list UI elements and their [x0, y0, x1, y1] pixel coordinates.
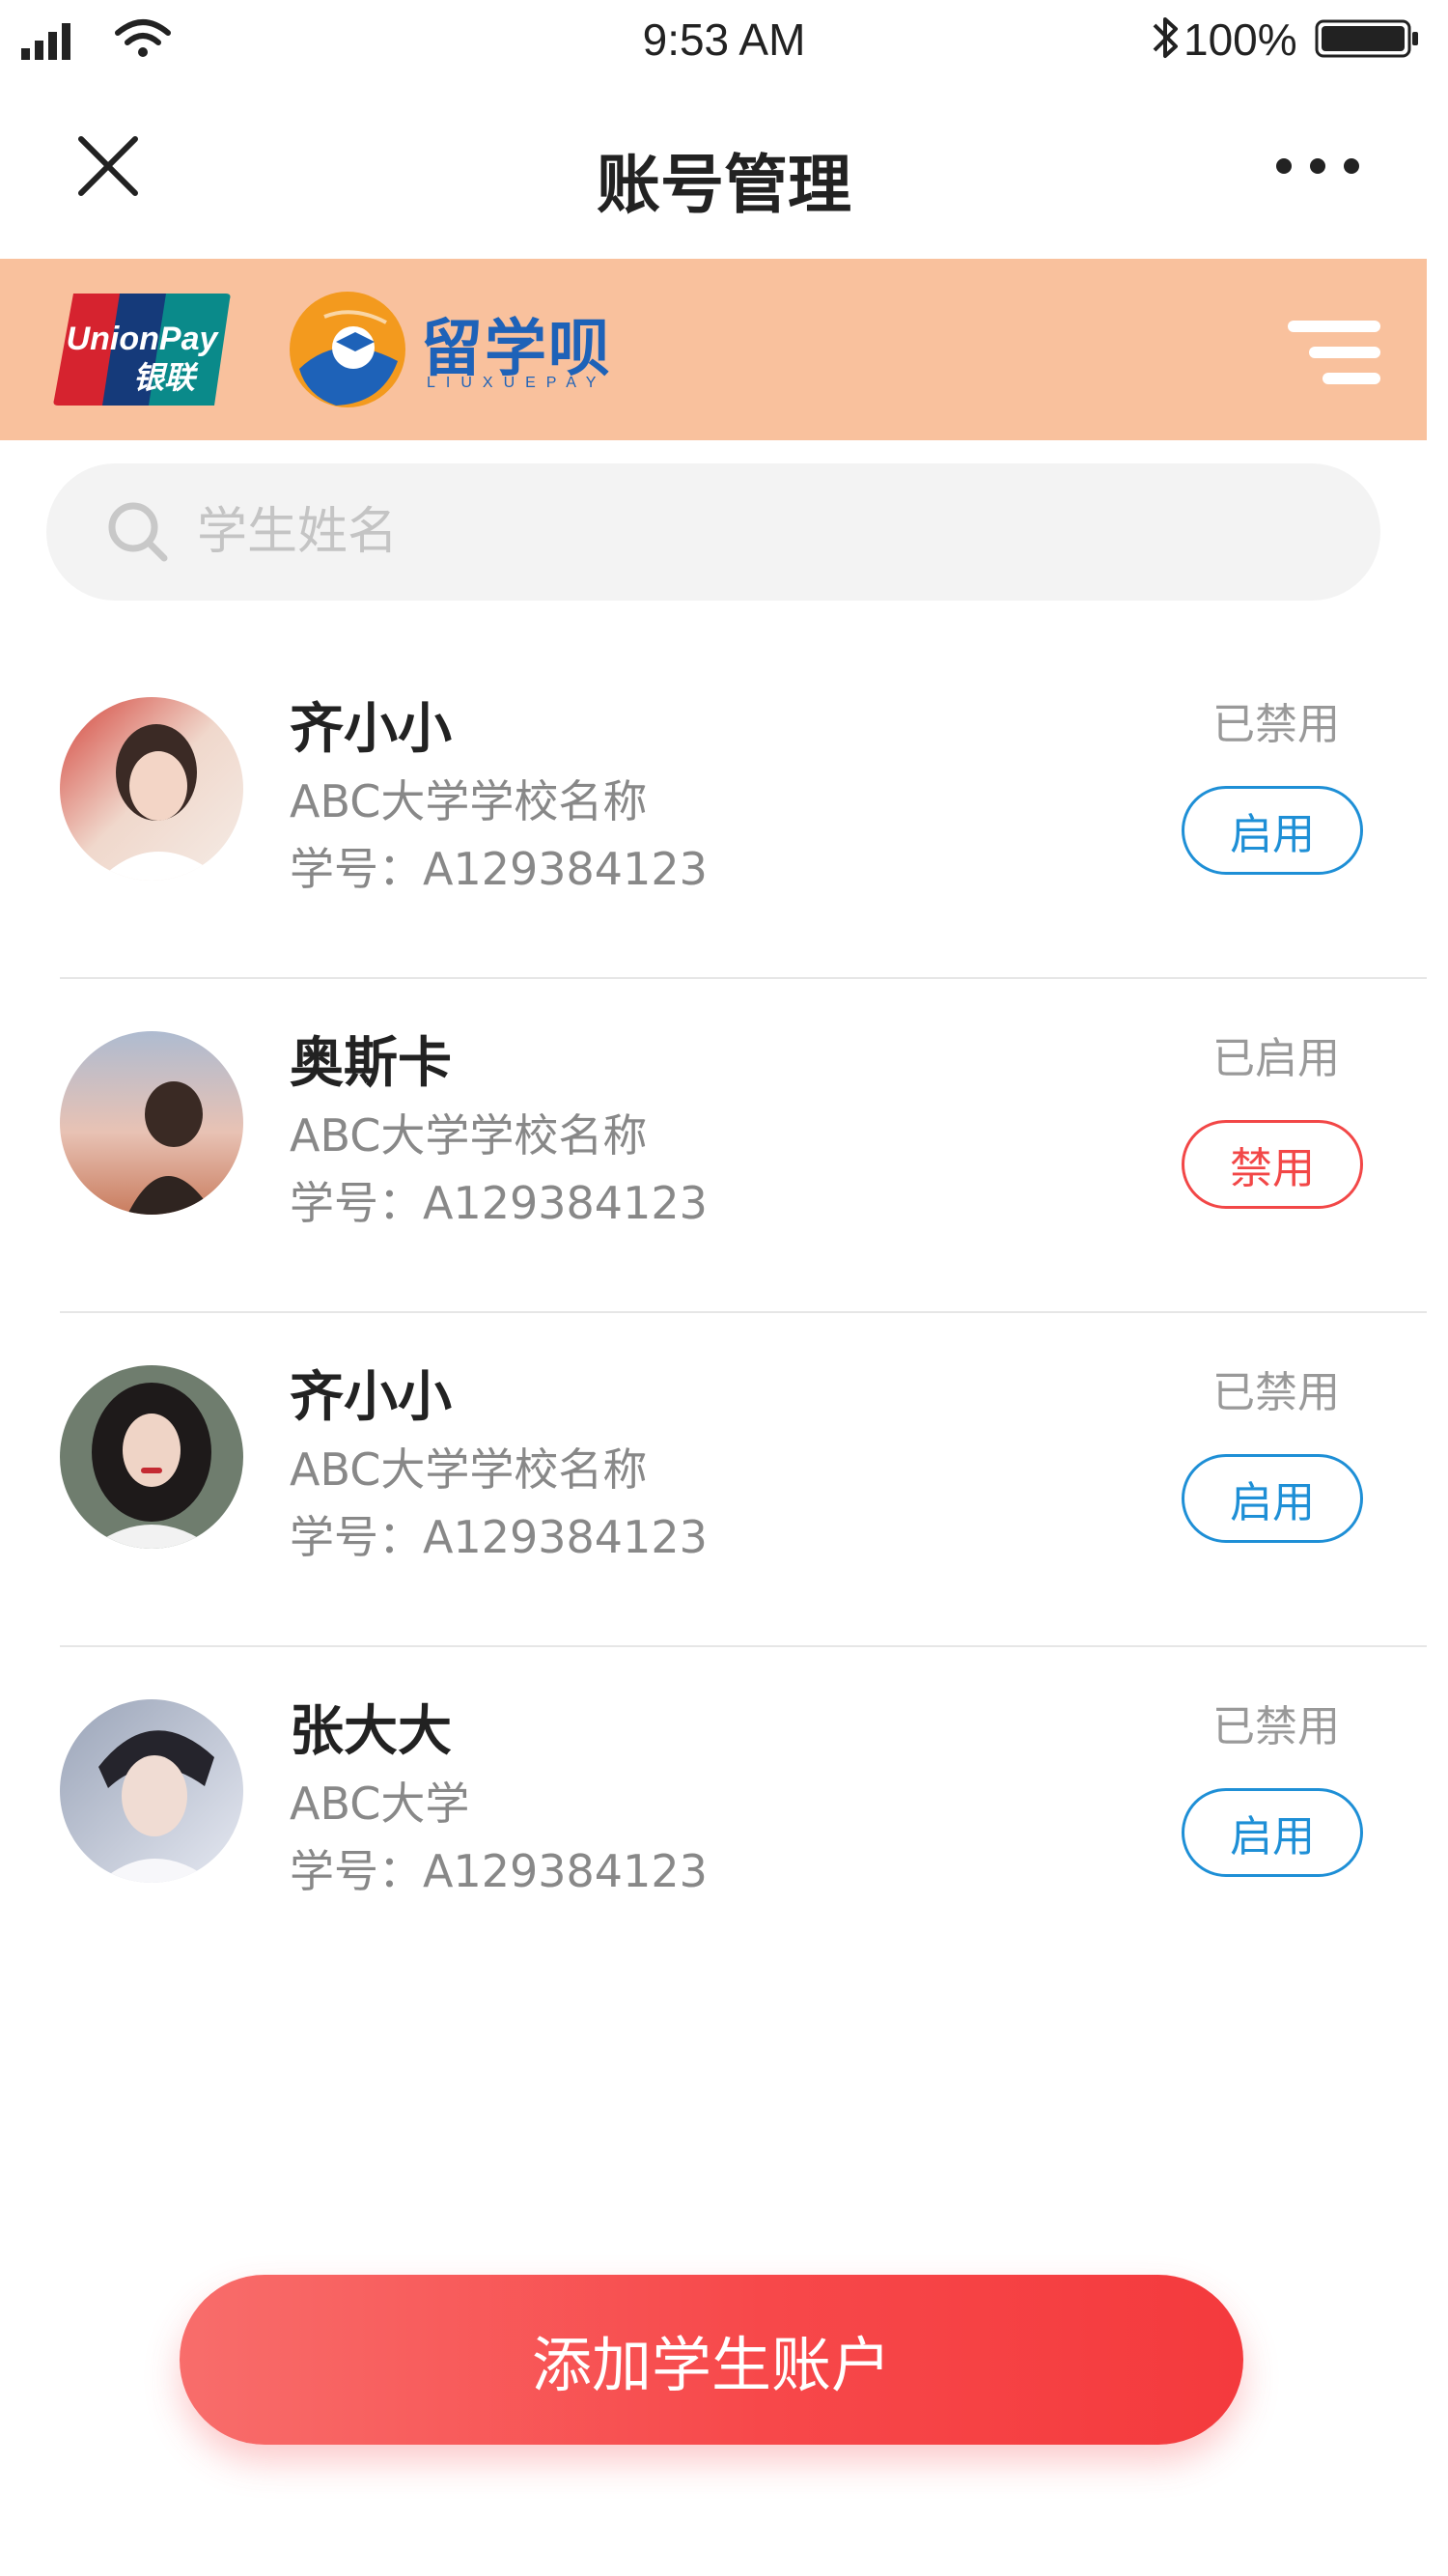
battery-icon — [1315, 19, 1418, 58]
unionpay-text: UnionPay — [67, 321, 220, 357]
battery-percentage: 100% — [1183, 14, 1297, 65]
student-id: 学号：A129384123 — [290, 1845, 708, 1897]
bluetooth-icon — [1153, 17, 1178, 58]
unionpay-logo: UnionPay 银联 — [53, 294, 231, 406]
student-name: 奥斯卡 — [290, 1032, 452, 1095]
student-id: 学号：A129384123 — [290, 1177, 708, 1229]
list-item: 齐小小 ABC大学学校名称 学号：A129384123 已禁用 启用 — [0, 645, 1427, 979]
page-title: 账号管理 — [597, 148, 851, 222]
disable-button[interactable]: 禁用 — [1182, 1120, 1363, 1209]
brand-subtitle: LIUXUEPAY — [427, 375, 607, 391]
student-id: 学号：A129384123 — [290, 843, 708, 895]
more-icon[interactable] — [1274, 156, 1361, 176]
student-name: 齐小小 — [290, 1366, 452, 1429]
account-status: 已禁用 — [1212, 1368, 1340, 1417]
add-student-account-button[interactable]: 添加学生账户 — [180, 2275, 1243, 2445]
unionpay-cn-text: 银联 — [133, 359, 199, 396]
globe-icon — [290, 292, 405, 407]
student-school: ABC大学学校名称 — [290, 1109, 648, 1162]
search-icon — [108, 502, 168, 562]
brand-banner: UnionPay 银联 留学呗 LIUXUEPAY — [0, 259, 1427, 440]
list-item: 张大大 ABC大学 学号：A129384123 已禁用 启用 — [0, 1647, 1427, 1981]
avatar — [60, 697, 243, 881]
student-id: 学号：A129384123 — [290, 1511, 708, 1563]
enable-button[interactable]: 启用 — [1182, 1788, 1363, 1877]
account-status: 已禁用 — [1212, 700, 1340, 749]
avatar — [60, 1699, 243, 1883]
student-school: ABC大学 — [290, 1778, 470, 1830]
enable-button[interactable]: 启用 — [1182, 1454, 1363, 1543]
account-status: 已禁用 — [1212, 1702, 1340, 1751]
account-status: 已启用 — [1212, 1034, 1340, 1083]
menu-icon[interactable] — [1288, 319, 1380, 386]
avatar — [60, 1365, 243, 1549]
student-school: ABC大学学校名称 — [290, 1443, 648, 1496]
search-input[interactable] — [197, 492, 1307, 572]
student-name: 张大大 — [290, 1700, 452, 1763]
student-list: 齐小小 ABC大学学校名称 学号：A129384123 已禁用 启用 奥斯卡 A… — [0, 645, 1427, 1981]
list-item: 奥斯卡 ABC大学学校名称 学号：A129384123 已启用 禁用 — [0, 979, 1427, 1313]
nav-bar: 账号管理 — [0, 97, 1448, 241]
enable-button[interactable]: 启用 — [1182, 786, 1363, 875]
list-item: 齐小小 ABC大学学校名称 学号：A129384123 已禁用 启用 — [0, 1313, 1427, 1647]
student-school: ABC大学学校名称 — [290, 775, 648, 827]
status-bar: 9:53 AM 100% — [0, 0, 1448, 77]
avatar — [60, 1031, 243, 1215]
search-bar[interactable] — [46, 463, 1380, 601]
student-name: 齐小小 — [290, 698, 452, 761]
liuxuepay-logo: 留学呗 LIUXUEPAY — [286, 288, 614, 411]
